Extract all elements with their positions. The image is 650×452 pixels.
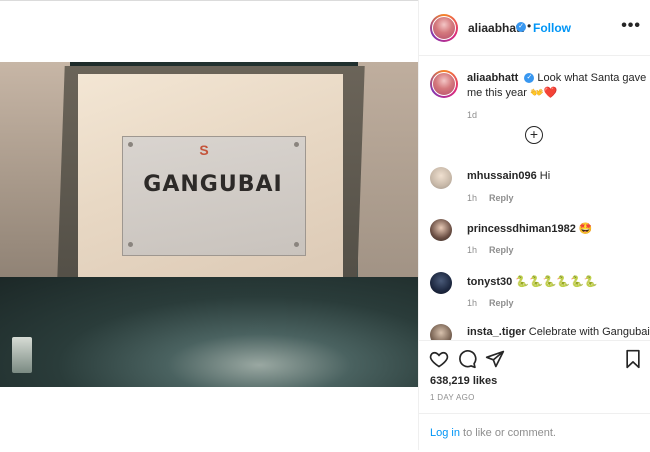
login-prompt: Log in to like or comment.	[419, 413, 650, 452]
comment-avatar[interactable]	[430, 272, 452, 294]
comment-meta: 1h Reply	[467, 245, 514, 255]
comment-text: 🐍🐍🐍🐍🐍🐍	[515, 276, 598, 288]
share-icon[interactable]	[485, 349, 505, 369]
more-options-icon[interactable]: •••	[621, 17, 641, 35]
plate-screw	[128, 242, 133, 247]
post-actions: 638,219 likes 1 DAY AGO Log in to like o…	[419, 340, 650, 451]
heart-icon[interactable]	[429, 349, 449, 369]
login-link[interactable]: Log in	[430, 427, 460, 439]
comment-text: Hi	[539, 170, 551, 182]
comment-username[interactable]: princessdhiman1982	[467, 223, 576, 235]
caption-username[interactable]: aliaabhatt	[467, 72, 518, 84]
reply-button[interactable]: Reply	[489, 245, 514, 255]
post-header: aliaabhatt ✓ • Follow •••	[419, 0, 650, 56]
plate-screw	[128, 142, 133, 147]
comment-body: insta_.tiger Celebrate with Gangubai	[467, 326, 650, 338]
comment-meta: 1h Reply	[467, 298, 514, 308]
follow-button[interactable]: Follow	[533, 21, 571, 35]
post-date[interactable]: 1 DAY AGO	[430, 393, 475, 402]
photo-lower-wall	[0, 277, 418, 387]
comment-body: mhussain096 Hi	[467, 170, 550, 182]
comment-text: Celebrate with Gangubai	[528, 326, 650, 338]
comment-body: princessdhiman1982 🤩	[467, 222, 593, 235]
header-separator: •	[527, 19, 532, 33]
comment-username[interactable]: tonyst30	[467, 276, 512, 288]
comment-avatar[interactable]	[430, 219, 452, 241]
comment-icon[interactable]	[457, 349, 477, 369]
plate-screw	[294, 142, 299, 147]
verified-badge-icon: ✓	[524, 73, 535, 84]
avatar[interactable]	[430, 14, 458, 42]
top-divider	[0, 0, 418, 1]
post-caption: aliaabhatt ✓ Look what Santa gave me this…	[467, 71, 647, 101]
photo-fixture	[12, 337, 32, 373]
caption-avatar[interactable]	[430, 70, 458, 98]
load-more-comments-icon[interactable]: +	[525, 126, 543, 144]
login-suffix: to like or comment.	[459, 427, 556, 439]
avatar-image	[432, 72, 456, 96]
plate-screw	[294, 242, 299, 247]
comment-username[interactable]: mhussain096	[467, 170, 537, 182]
caption-timestamp[interactable]: 1d	[467, 110, 477, 120]
comment-text: 🤩	[578, 223, 593, 235]
comment-time[interactable]: 1h	[467, 193, 477, 203]
comment-body: tonyst30 🐍🐍🐍🐍🐍🐍	[467, 275, 598, 288]
comment-time[interactable]: 1h	[467, 245, 477, 255]
avatar-image	[432, 16, 456, 40]
post-photo[interactable]: S GANGUBAI	[0, 62, 418, 387]
plate-logo: S	[199, 142, 209, 158]
reply-button[interactable]: Reply	[489, 298, 514, 308]
post-media-area: S GANGUBAI	[0, 0, 418, 450]
comment-time[interactable]: 1h	[467, 298, 477, 308]
post-sidebar: aliaabhatt ✓ • Follow ••• aliaabhatt ✓ Lo…	[418, 0, 650, 451]
comment-meta: 1h Reply	[467, 193, 514, 203]
verified-badge-icon: ✓	[516, 22, 526, 32]
bookmark-icon[interactable]	[623, 349, 643, 369]
plate-text: GANGUBAI	[143, 172, 283, 197]
likes-count[interactable]: 638,219 likes	[430, 375, 497, 387]
reply-button[interactable]: Reply	[489, 193, 514, 203]
comment-username[interactable]: insta_.tiger	[467, 326, 526, 338]
photo-wall-right	[358, 62, 418, 302]
comment-avatar[interactable]	[430, 167, 452, 189]
login-text: Log in to like or comment.	[430, 427, 556, 439]
